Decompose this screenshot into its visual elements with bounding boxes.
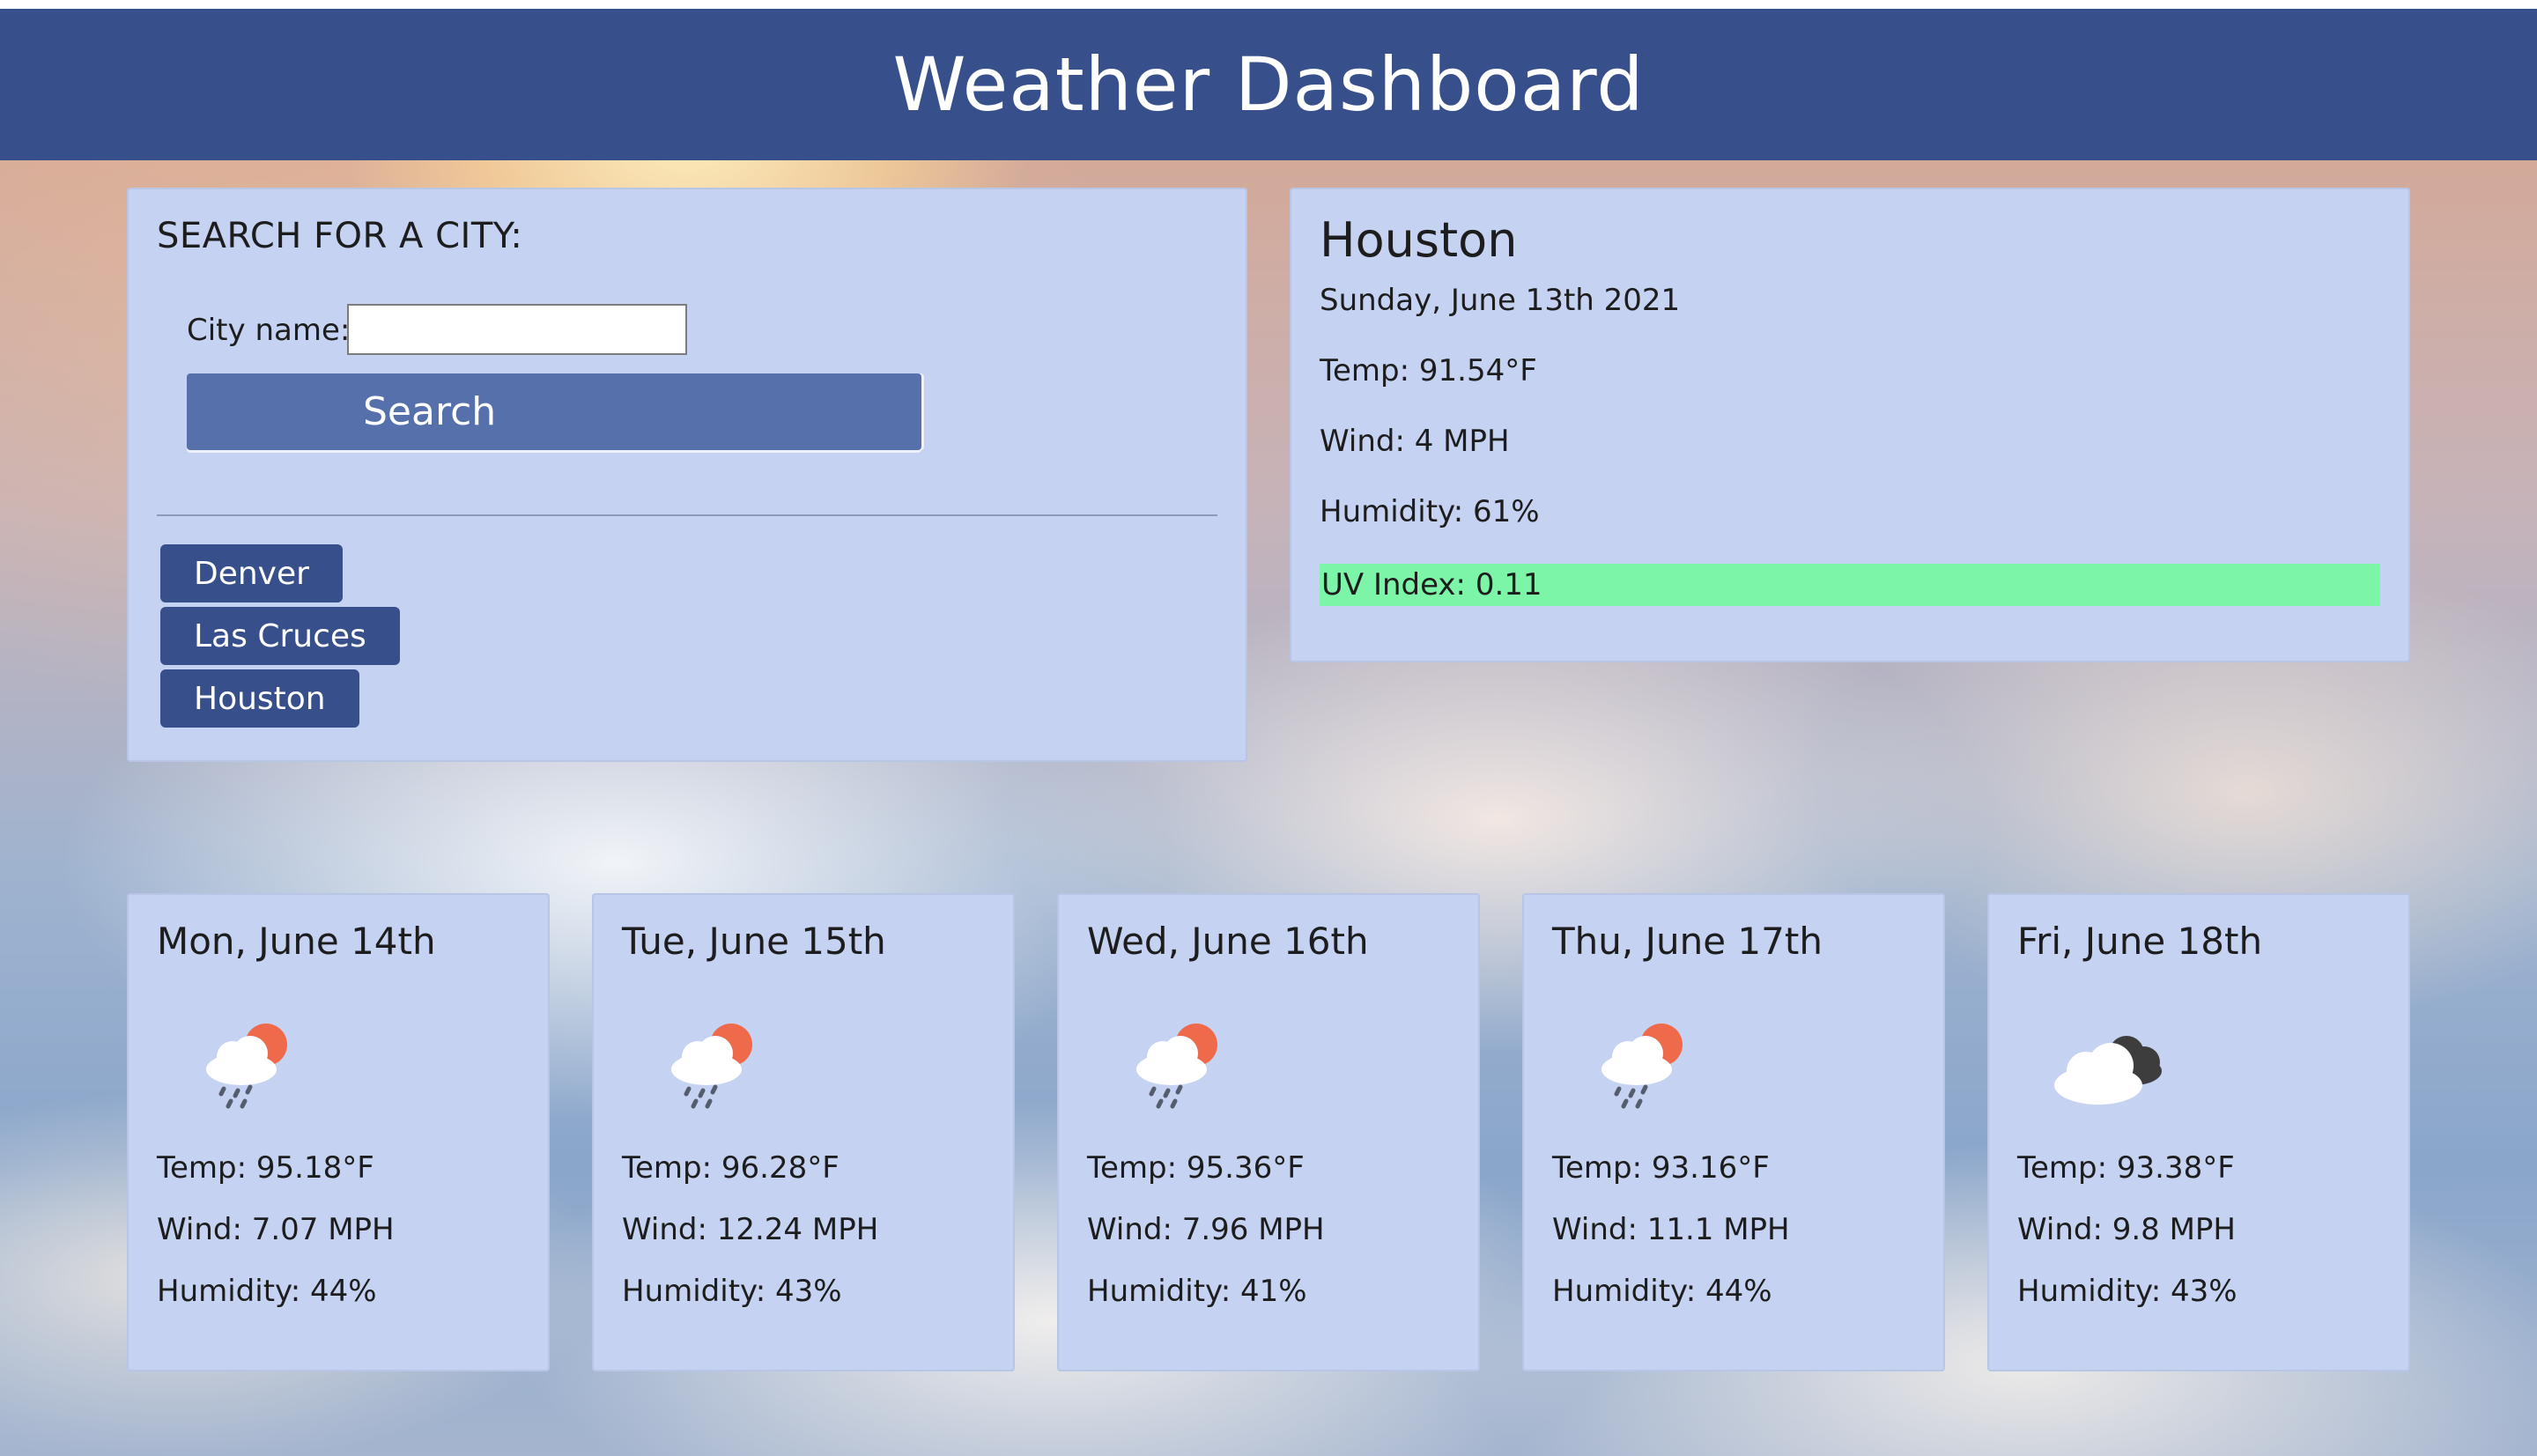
forecast-humidity: Humidity: 43% xyxy=(2017,1274,2237,1309)
current-wind: Wind: 4 MPH xyxy=(1320,424,1510,459)
browser-top-strip xyxy=(0,0,2537,9)
header: Weather Dashboard xyxy=(0,9,2537,160)
history-button-las-cruces[interactable]: Las Cruces xyxy=(160,607,400,665)
rain-sun-icon xyxy=(671,1024,752,1109)
forecast-wind: Wind: 7.96 MPH xyxy=(1087,1212,1325,1247)
forecast-date: Tue, June 15th xyxy=(622,920,886,963)
forecast-humidity: Humidity: 44% xyxy=(157,1274,377,1309)
search-history-list: Denver Las Cruces Houston xyxy=(160,544,400,732)
search-heading: SEARCH FOR A CITY: xyxy=(157,216,523,256)
forecast-card: Tue, June 15th Temp: 96.28°F Wind: 12.24… xyxy=(592,893,1015,1371)
current-temp: Temp: 91.54°F xyxy=(1320,353,1537,388)
forecast-humidity: Humidity: 43% xyxy=(622,1274,842,1309)
forecast-card: Mon, June 14th Temp: 95.18°F Wind: 7.07 … xyxy=(127,893,550,1371)
search-button[interactable]: Search xyxy=(187,373,921,450)
forecast-temp: Temp: 95.36°F xyxy=(1087,1150,1305,1186)
forecast-date: Mon, June 14th xyxy=(157,920,436,963)
forecast-wind: Wind: 11.1 MPH xyxy=(1552,1212,1790,1247)
forecast-humidity: Humidity: 41% xyxy=(1087,1274,1307,1309)
forecast-wind: Wind: 7.07 MPH xyxy=(157,1212,395,1247)
forecast-card: Fri, June 18th Temp: 93.38°F Wind: 9.8 M… xyxy=(1987,893,2410,1371)
current-weather-panel: Houston Sunday, June 13th 2021 Temp: 91.… xyxy=(1290,188,2410,662)
forecast-temp: Temp: 93.16°F xyxy=(1552,1150,1770,1186)
search-panel: SEARCH FOR A CITY: City name: Search Den… xyxy=(127,188,1247,762)
city-name-label: City name: xyxy=(187,313,351,348)
current-date: Sunday, June 13th 2021 xyxy=(1320,283,1681,318)
uv-index-badge: UV Index: 0.11 xyxy=(1320,564,2380,606)
forecast-temp: Temp: 95.18°F xyxy=(157,1150,374,1186)
cloudy-icon xyxy=(2054,1036,2162,1105)
history-button-houston[interactable]: Houston xyxy=(160,669,359,728)
divider xyxy=(157,514,1217,516)
forecast-wind: Wind: 9.8 MPH xyxy=(2017,1212,2236,1247)
forecast-temp: Temp: 93.38°F xyxy=(2017,1150,2235,1186)
forecast-temp: Temp: 96.28°F xyxy=(622,1150,840,1186)
forecast-card: Wed, June 16th Temp: 95.36°F Wind: 7.96 … xyxy=(1057,893,1480,1371)
rain-sun-icon xyxy=(1601,1024,1683,1109)
page-title: Weather Dashboard xyxy=(892,41,1645,128)
history-button-denver[interactable]: Denver xyxy=(160,544,343,602)
forecast-date: Fri, June 18th xyxy=(2017,920,2263,963)
rain-sun-icon xyxy=(206,1024,287,1109)
forecast-humidity: Humidity: 44% xyxy=(1552,1274,1772,1309)
forecast-card: Thu, June 17th Temp: 93.16°F Wind: 11.1 … xyxy=(1522,893,1945,1371)
current-humidity: Humidity: 61% xyxy=(1320,494,1540,529)
current-city-name: Houston xyxy=(1320,212,1518,268)
city-name-input[interactable] xyxy=(347,304,687,355)
forecast-wind: Wind: 12.24 MPH xyxy=(622,1212,879,1247)
rain-sun-icon xyxy=(1136,1024,1217,1109)
forecast-date: Thu, June 17th xyxy=(1552,920,1823,963)
forecast-date: Wed, June 16th xyxy=(1087,920,1369,963)
